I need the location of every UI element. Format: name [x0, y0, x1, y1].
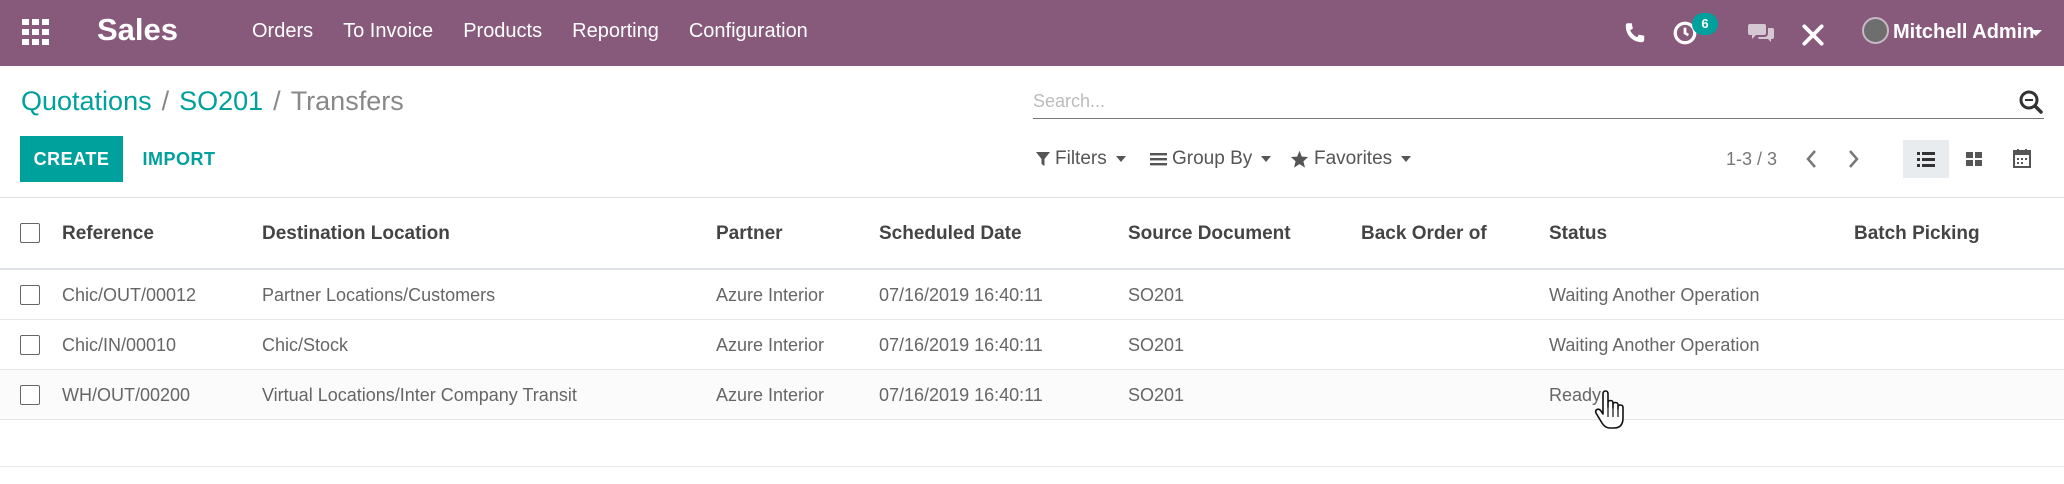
row-checkbox[interactable] [20, 335, 40, 355]
menu-orders[interactable]: Orders [252, 20, 313, 43]
filters-caret-icon [1115, 156, 1126, 162]
favorites-caret-icon [1401, 156, 1412, 162]
phone-icon[interactable] [1622, 20, 1648, 46]
cell-partner: Azure Interior [716, 335, 825, 355]
chevron-right-icon[interactable] [1841, 146, 1865, 172]
cell-status: Ready [1549, 385, 1602, 405]
cell-destination: Chic/Stock [262, 335, 349, 355]
kanban-view-icon [1966, 152, 1982, 166]
breadcrumb: Quotations / SO201 / Transfers [21, 86, 404, 117]
cell-source-document: SO201 [1128, 385, 1185, 405]
select-all-checkbox[interactable] [20, 223, 40, 243]
cell-scheduled-date: 07/16/2019 16:40:11 [879, 385, 1043, 405]
app-title[interactable]: Sales [97, 12, 178, 48]
group-by-dropdown[interactable]: Group By [1150, 148, 1272, 170]
search-input[interactable] [1033, 87, 1993, 115]
menu-reporting[interactable]: Reporting [572, 20, 659, 43]
cell-partner: Azure Interior [716, 385, 825, 405]
activity-count-badge: 6 [1692, 13, 1718, 35]
cell-destination: Partner Locations/Customers [262, 285, 496, 305]
calendar-view-icon [2013, 149, 2031, 168]
kanban-view-button[interactable] [1951, 140, 1997, 178]
user-menu-caret-icon[interactable] [2030, 30, 2042, 36]
cell-source-document: SO201 [1128, 285, 1185, 305]
apps-grid-icon[interactable] [22, 19, 50, 45]
cell-partner: Azure Interior [716, 285, 825, 305]
cell-reference: Chic/IN/00010 [62, 335, 177, 355]
column-header-partner[interactable]: Partner [716, 223, 783, 245]
table-bottom-border [0, 466, 2064, 467]
user-name[interactable]: Mitchell Admin [1893, 21, 2034, 44]
top-navbar: Sales Orders To Invoice Products Reporti… [0, 0, 2064, 66]
chevron-left-icon[interactable] [1800, 146, 1824, 172]
search-bar [1033, 83, 2044, 119]
user-avatar[interactable] [1862, 17, 1889, 44]
cell-scheduled-date: 07/16/2019 16:40:11 [879, 335, 1043, 355]
column-header-source-document[interactable]: Source Document [1128, 223, 1291, 245]
cell-reference: WH/OUT/00200 [62, 385, 191, 405]
cell-status: Waiting Another Operation [1549, 285, 1760, 305]
column-header-batch-picking[interactable]: Batch Picking [1854, 223, 1980, 245]
table-row[interactable]: Chic/IN/00010 Chic/Stock Azure Interior … [0, 320, 2064, 370]
table-row[interactable]: Chic/OUT/00012 Partner Locations/Custome… [0, 270, 2064, 320]
row-checkbox[interactable] [20, 385, 40, 405]
cell-scheduled-date: 07/16/2019 16:40:11 [879, 285, 1043, 305]
menu-configuration[interactable]: Configuration [689, 20, 808, 43]
star-icon [1290, 150, 1309, 168]
favorites-dropdown[interactable]: Favorites [1290, 148, 1412, 170]
group-by-label: Group By [1172, 148, 1253, 169]
cell-destination: Virtual Locations/Inter Company Transit [262, 385, 577, 405]
column-header-destination[interactable]: Destination Location [262, 223, 450, 245]
list-view-icon [1917, 152, 1935, 167]
calendar-view-button[interactable] [1999, 140, 2045, 178]
group-by-bars-icon [1150, 153, 1167, 166]
group-by-caret-icon [1261, 156, 1272, 162]
chat-bubbles-icon[interactable] [1748, 20, 1774, 46]
breadcrumb-quotations[interactable]: Quotations [21, 86, 152, 116]
cell-source-document: SO201 [1128, 335, 1185, 355]
table-header-row: Reference Destination Location Partner S… [0, 198, 2064, 270]
favorites-label: Favorites [1314, 148, 1393, 169]
import-button[interactable]: IMPORT [136, 136, 222, 182]
search-icon[interactable] [2018, 89, 2044, 115]
breadcrumb-current: Transfers [290, 86, 404, 116]
filters-dropdown[interactable]: Filters [1036, 148, 1126, 170]
filter-funnel-icon [1036, 152, 1050, 166]
column-header-reference[interactable]: Reference [62, 223, 154, 245]
main-menu: Orders To Invoice Products Reporting Con… [252, 20, 838, 43]
breadcrumb-separator: / [273, 86, 281, 116]
menu-products[interactable]: Products [463, 20, 542, 43]
breadcrumb-so201[interactable]: SO201 [179, 86, 263, 116]
row-checkbox[interactable] [20, 285, 40, 305]
column-header-status[interactable]: Status [1549, 223, 1607, 245]
breadcrumb-separator: / [161, 86, 170, 116]
menu-to-invoice[interactable]: To Invoice [343, 20, 433, 43]
column-header-scheduled-date[interactable]: Scheduled Date [879, 223, 1022, 245]
cell-status: Waiting Another Operation [1549, 335, 1760, 355]
cell-reference: Chic/OUT/00012 [62, 285, 197, 305]
list-view-button[interactable] [1903, 140, 1949, 178]
table-row[interactable]: WH/OUT/00200 Virtual Locations/Inter Com… [0, 370, 2064, 420]
create-button[interactable]: CREATE [20, 136, 123, 182]
filters-label: Filters [1055, 148, 1107, 169]
column-header-back-order[interactable]: Back Order of [1361, 223, 1487, 245]
pager-value[interactable]: 1-3 / 3 [1726, 149, 1777, 170]
debug-tools-icon[interactable] [1800, 22, 1826, 48]
